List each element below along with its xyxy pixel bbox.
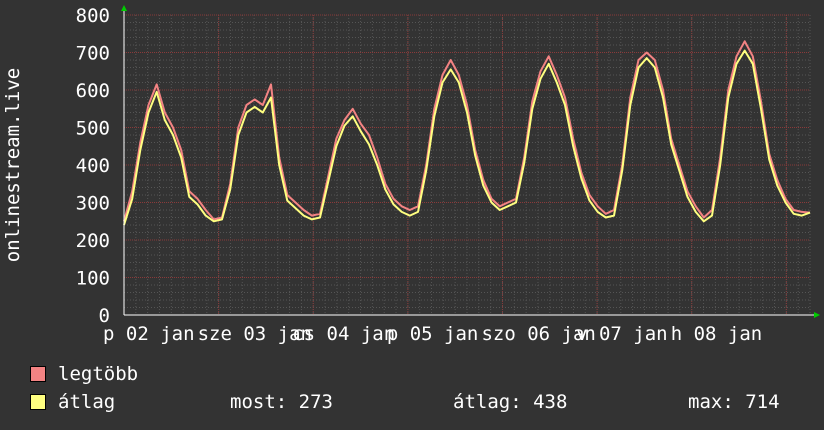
stat-max: max: 714 — [688, 391, 780, 413]
legend-swatch-max — [30, 366, 46, 382]
chart-series — [123, 40, 811, 226]
y-tick-label: 300 — [76, 193, 110, 215]
y-tick-labels: 0100200300400500600700800 — [76, 5, 110, 327]
series-line-0 — [123, 40, 811, 222]
line-chart: 0100200300400500600700800 p 02 jan sze 03… — [2, 5, 820, 345]
chart-grid — [123, 14, 811, 316]
y-axis-label: onlinestream.live — [2, 68, 24, 262]
stat-average: átlag: 438 — [453, 391, 568, 413]
stat-now: most: 273 — [230, 391, 333, 413]
y-tick-label: 200 — [76, 230, 110, 252]
legend-item-max: legtöbb — [30, 360, 230, 388]
x-tick-label: h 08 jan — [671, 323, 763, 345]
y-axis-arrow — [121, 5, 127, 11]
legend-swatch-avg — [30, 394, 46, 410]
legend-label-max: legtöbb — [58, 363, 139, 385]
y-tick-label: 100 — [76, 268, 110, 290]
y-tick-label: 600 — [76, 80, 110, 102]
x-tick-label: cs 04 jan — [292, 323, 395, 345]
legend-item-avg: átlag most: 273 átlag: 438 max: 714 — [30, 388, 810, 416]
x-tick-label: p 02 jan — [103, 323, 195, 345]
y-tick-label: 400 — [76, 155, 110, 177]
x-tick-label: v 07 jan — [576, 323, 668, 345]
y-tick-label: 500 — [76, 118, 110, 140]
legend: legtöbb átlag most: 273 átlag: 438 max: … — [30, 360, 810, 420]
legend-label-avg: átlag — [58, 391, 116, 413]
x-axis-arrow — [814, 312, 820, 318]
y-tick-label: 800 — [76, 5, 110, 27]
y-tick-label: 700 — [76, 43, 110, 65]
x-tick-labels: p 02 jan sze 03 jancs 04 janp 05 jan szo 0… — [103, 323, 762, 345]
x-tick-label: p 05 jan — [387, 323, 479, 345]
